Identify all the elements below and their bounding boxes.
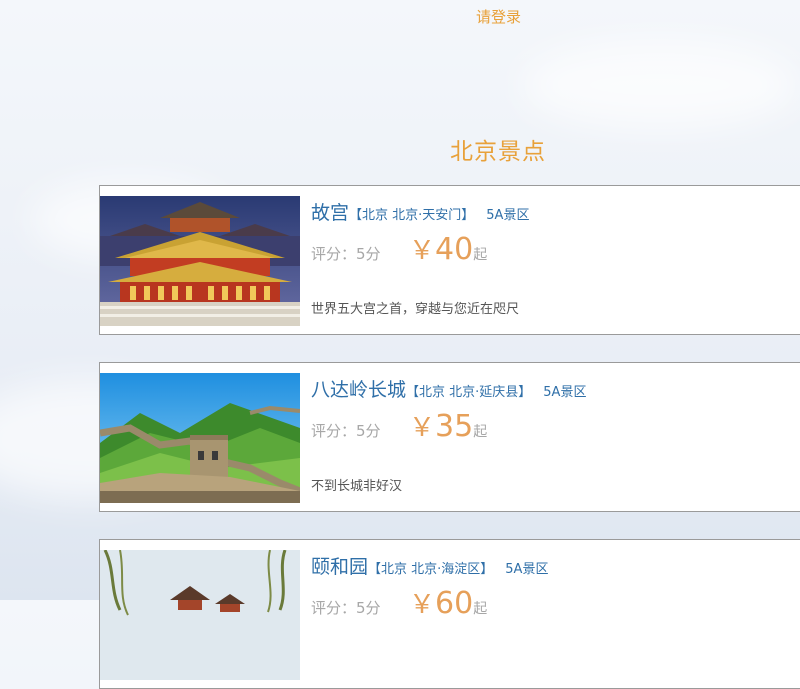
attraction-info: 颐和园【北京 北京·海淀区】 5A景区 评分：5分 ￥60起 <box>311 540 800 688</box>
attraction-grade: 5A景区 <box>486 208 530 223</box>
price-unit: 起 <box>473 424 488 440</box>
attraction-location: 【北京 北京·天安门】 <box>349 208 475 223</box>
attraction-score: 评分：5分 <box>311 422 381 440</box>
attraction-score: 评分：5分 <box>311 245 381 263</box>
login-link[interactable]: 请登录 <box>476 6 521 27</box>
attraction-price-row: 评分：5分 ￥60起 <box>311 584 487 621</box>
attraction-location: 【北京 北京·海淀区】 <box>368 562 494 577</box>
background-cloud <box>520 40 800 130</box>
attraction-card[interactable]: 故宫【北京 北京·天安门】 5A景区 评分：5分 ￥40起 世界五大宫之首，穿越与您… <box>99 185 800 335</box>
attraction-name[interactable]: 故宫 <box>311 202 349 224</box>
price-unit: 起 <box>473 247 488 263</box>
attraction-card[interactable]: 颐和园【北京 北京·海淀区】 5A景区 评分：5分 ￥60起 <box>99 539 800 689</box>
attraction-name[interactable]: 颐和园 <box>311 556 368 578</box>
attraction-description: 不到长城非好汉 <box>311 479 403 494</box>
attraction-score: 评分：5分 <box>311 599 381 617</box>
attraction-info: 八达岭长城【北京 北京·延庆县】 5A景区 评分：5分 ￥35起 不到长城非好汉 <box>311 363 800 511</box>
attraction-title-row: 故宫【北京 北京·天安门】 5A景区 <box>311 198 529 225</box>
section-title: 北京景点 <box>450 139 546 165</box>
attraction-info: 故宫【北京 北京·天安门】 5A景区 评分：5分 ￥40起 世界五大宫之首，穿越与您… <box>311 186 800 334</box>
attraction-title-row: 八达岭长城【北京 北京·延庆县】 5A景区 <box>311 375 586 402</box>
attraction-price-row: 评分：5分 ￥35起 <box>311 407 487 444</box>
attraction-price-row: 评分：5分 ￥40起 <box>311 230 487 267</box>
attraction-price: 35 <box>435 409 474 444</box>
attraction-location: 【北京 北京·延庆县】 <box>406 385 532 400</box>
price-currency: ￥ <box>409 413 436 443</box>
attraction-image-great-wall[interactable] <box>100 373 300 503</box>
attraction-grade: 5A景区 <box>543 385 587 400</box>
attraction-card[interactable]: 八达岭长城【北京 北京·延庆县】 5A景区 评分：5分 ￥35起 不到长城非好汉 <box>99 362 800 512</box>
attraction-grade: 5A景区 <box>505 562 549 577</box>
attraction-name[interactable]: 八达岭长城 <box>311 379 406 401</box>
attraction-image-summer-palace[interactable] <box>100 550 300 680</box>
attraction-description: 世界五大宫之首，穿越与您近在咫尺 <box>311 302 520 317</box>
attraction-price: 40 <box>435 232 474 267</box>
price-currency: ￥ <box>409 236 436 266</box>
price-unit: 起 <box>473 601 488 617</box>
attraction-title-row: 颐和园【北京 北京·海淀区】 5A景区 <box>311 552 548 579</box>
price-currency: ￥ <box>409 590 436 620</box>
attraction-price: 60 <box>435 586 474 621</box>
attraction-image-forbidden-city[interactable] <box>100 196 300 326</box>
